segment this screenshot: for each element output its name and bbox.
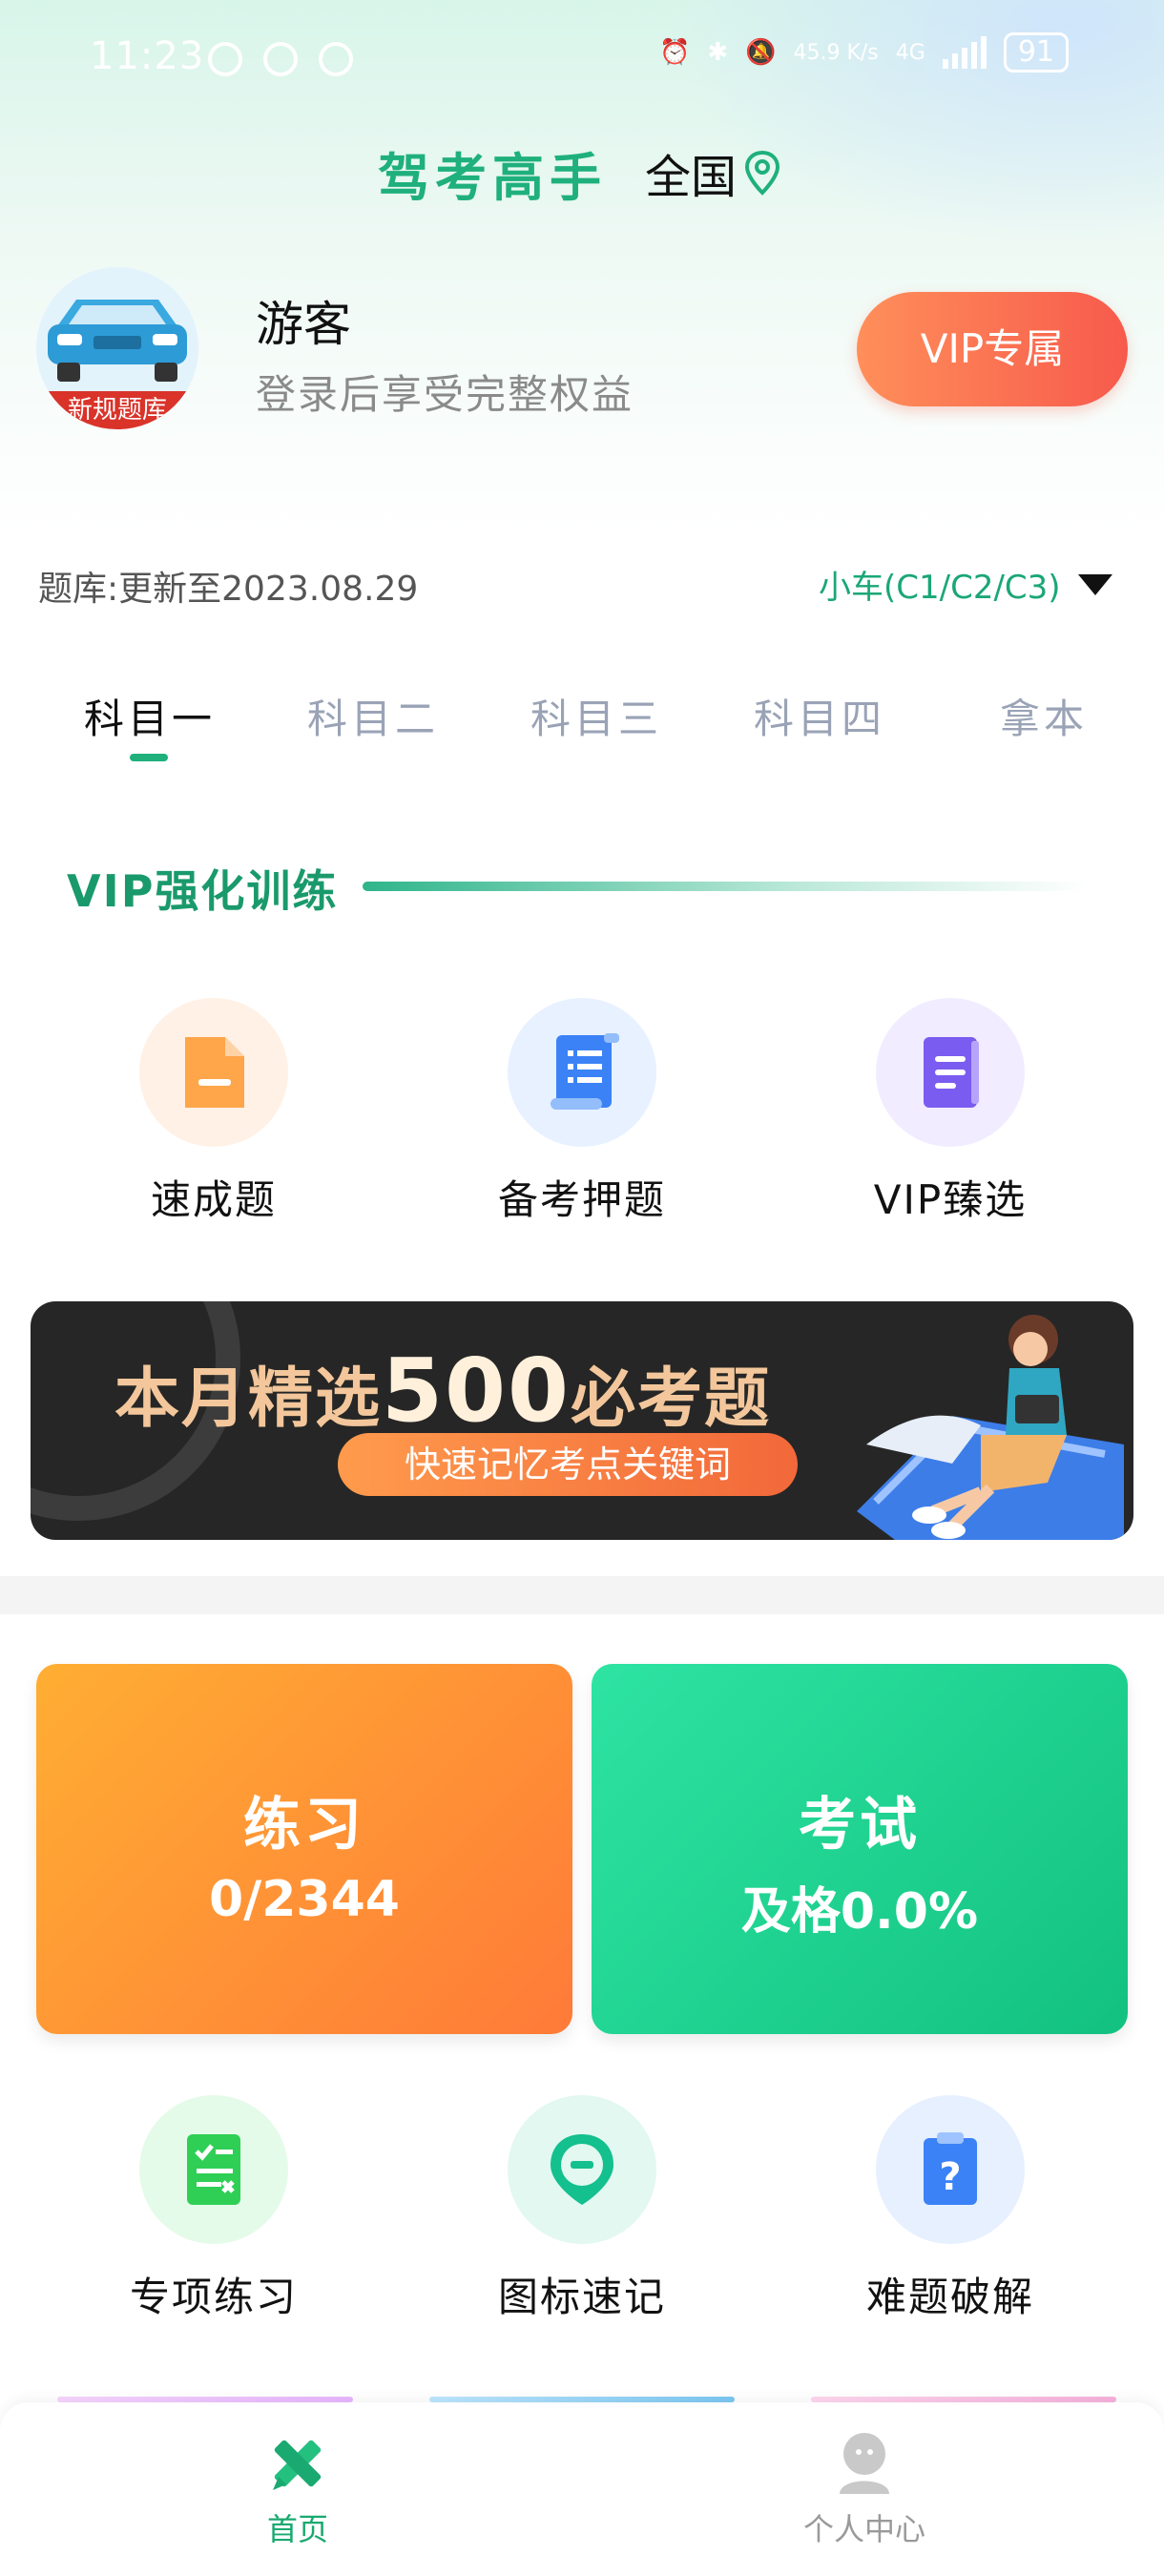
person-icon bbox=[840, 2433, 889, 2494]
exam-pass-rate: 及格0.0% bbox=[740, 1883, 979, 1941]
tab-subject-4[interactable]: 科目四 bbox=[754, 687, 885, 745]
tab-subject-3[interactable]: 科目三 bbox=[530, 687, 662, 745]
qq-notification-icon bbox=[208, 42, 242, 76]
avatar[interactable]: 新规题库 bbox=[36, 267, 198, 429]
sign-icon bbox=[508, 2095, 656, 2244]
status-right: ⏰ ✱ 🔕 45.9 K/s 4G 91 bbox=[659, 32, 1069, 73]
status-bar: 11:23 ⏰ ✱ 🔕 45.9 K/s 4G 91 bbox=[0, 0, 1164, 114]
sign-memorize-label: 图标速记 bbox=[497, 2274, 666, 2320]
vip-section-divider bbox=[363, 882, 1088, 891]
nav-home-label: 首页 bbox=[266, 2511, 328, 2547]
svg-text:?: ? bbox=[939, 2155, 961, 2199]
hard-questions-label: 难题破解 bbox=[865, 2274, 1034, 2320]
mute-icon: 🔕 bbox=[745, 38, 777, 67]
practice-title: 练习 bbox=[243, 1792, 365, 1859]
exam-card[interactable]: 考试 及格0.0% bbox=[592, 1664, 1128, 2034]
section-separator bbox=[0, 1576, 1164, 1614]
document-icon bbox=[139, 998, 288, 1147]
practice-card[interactable]: 练习 0/2344 bbox=[36, 1664, 572, 2034]
car-type-selector[interactable]: 小车(C1/C2/C3) bbox=[819, 561, 1112, 608]
nav-home[interactable]: 首页 bbox=[202, 2427, 393, 2549]
banner-subtitle: 快速记忆考点关键词 bbox=[338, 1433, 798, 1496]
location-pin-icon bbox=[745, 150, 780, 196]
alarm-icon: ⏰ bbox=[658, 38, 691, 67]
vip-selection-label: VIP臻选 bbox=[873, 1176, 1028, 1223]
net-speed: 45.9 K/s bbox=[793, 40, 879, 65]
nav-profile-label: 个人中心 bbox=[802, 2511, 925, 2547]
book-icon bbox=[876, 998, 1025, 1147]
app-notification-icon bbox=[263, 42, 298, 76]
network-type: 4G bbox=[895, 40, 925, 65]
special-practice-button[interactable]: 专项练习 bbox=[99, 2095, 328, 2323]
exam-title: 考试 bbox=[799, 1792, 921, 1859]
bottom-nav: 首页 个人中心 bbox=[0, 2402, 1164, 2576]
vip-section-title: VIP强化训练 bbox=[67, 865, 339, 917]
tab-subject-1[interactable]: 科目一 bbox=[84, 687, 216, 745]
banner-title: 本月精选500必考题 bbox=[114, 1340, 771, 1442]
hard-questions-button[interactable]: ? 难题破解 bbox=[836, 2095, 1065, 2323]
login-hint[interactable]: 登录后享受完整权益 bbox=[256, 363, 634, 421]
scroll-list-icon bbox=[508, 998, 656, 1147]
car-type-label: 小车(C1/C2/C3) bbox=[819, 569, 1061, 607]
nav-profile[interactable]: 个人中心 bbox=[769, 2427, 960, 2549]
quick-questions-button[interactable]: 速成题 bbox=[99, 998, 328, 1226]
reading-girl-illustration bbox=[857, 1315, 1124, 1540]
exam-prediction-button[interactable]: 备考押题 bbox=[468, 998, 696, 1226]
banner-title-number: 500 bbox=[382, 1340, 572, 1442]
status-time: 11:23 bbox=[90, 34, 205, 78]
vip-selection-button[interactable]: VIP臻选 bbox=[836, 998, 1065, 1226]
app-title: 驾考高手 bbox=[378, 148, 607, 208]
pencil-ruler-icon bbox=[273, 2440, 322, 2490]
sign-memorize-button[interactable]: 图标速记 bbox=[468, 2095, 696, 2323]
tab-active-indicator bbox=[130, 754, 168, 761]
practice-progress: 0/2344 bbox=[209, 1871, 400, 1928]
banner-title-prefix: 本月精选 bbox=[114, 1361, 383, 1437]
special-practice-label: 专项练习 bbox=[129, 2274, 298, 2320]
region-selector[interactable]: 全国 bbox=[645, 139, 782, 206]
banner-title-suffix: 必考题 bbox=[571, 1361, 772, 1437]
bank-update-text: 题库:更新至2023.08.29 bbox=[38, 570, 419, 609]
promo-banner[interactable]: 本月精选500必考题 快速记忆考点关键词 bbox=[31, 1301, 1133, 1540]
region-label: 全国 bbox=[645, 151, 738, 204]
checklist-icon bbox=[139, 2095, 288, 2244]
tab-get-license[interactable]: 拿本 bbox=[1000, 687, 1088, 745]
quick-questions-label: 速成题 bbox=[150, 1176, 277, 1223]
signal-icon bbox=[942, 36, 987, 69]
vip-exclusive-button[interactable]: VIP专属 bbox=[857, 292, 1128, 406]
battery-indicator: 91 bbox=[1003, 32, 1069, 73]
tab-subject-2[interactable]: 科目二 bbox=[307, 687, 439, 745]
exam-prediction-label: 备考押题 bbox=[497, 1176, 666, 1223]
user-name[interactable]: 游客 bbox=[256, 286, 351, 355]
subject-tabs: 科目一 科目二 科目三 科目四 拿本 bbox=[0, 687, 1164, 773]
bluetooth-icon: ✱ bbox=[707, 38, 729, 67]
question-clipboard-icon: ? bbox=[876, 2095, 1025, 2244]
dropdown-triangle-icon bbox=[1077, 573, 1112, 595]
avatar-badge: 新规题库 bbox=[36, 391, 198, 429]
app-notification-icon bbox=[319, 42, 353, 76]
